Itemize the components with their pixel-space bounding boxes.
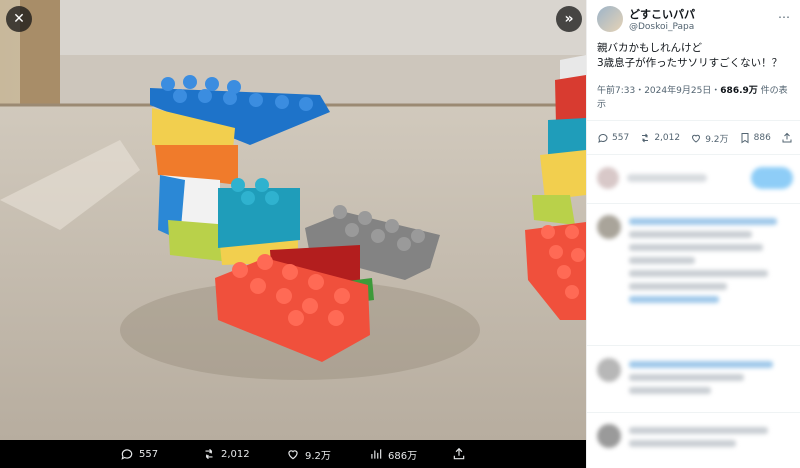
divider <box>587 345 800 346</box>
lego-scorpion-photo <box>0 0 586 440</box>
post-detail-panel: どすこいパパ @Doskoi_Papa ⋯ 親バカかもしれんけど 3歳息子が作っ… <box>586 0 800 468</box>
media-viewer: ✕ » 557 2,012 9.2万 686万 <box>0 0 586 468</box>
reply-avatar <box>597 358 621 382</box>
reply-content <box>629 215 793 303</box>
reply-icon <box>121 449 133 460</box>
reply-item[interactable] <box>597 358 793 394</box>
retweet-count: 2,012 <box>654 133 681 143</box>
reply-content <box>629 358 793 394</box>
share-icon <box>453 447 465 460</box>
heart-icon <box>692 134 701 143</box>
media-replies-count: 557 <box>139 448 159 460</box>
media-likes-count: 9.2万 <box>305 450 331 462</box>
close-button[interactable]: ✕ <box>6 6 32 32</box>
bookmark-icon <box>741 133 749 144</box>
author-handle[interactable]: @Doskoi_Papa <box>629 22 695 32</box>
post-author: どすこいパパ @Doskoi_Papa <box>597 6 695 32</box>
reply-item[interactable] <box>597 424 793 448</box>
media-views-count: 686万 <box>388 450 418 462</box>
chevrons-right-icon: » <box>564 11 574 27</box>
divider <box>587 120 800 121</box>
composer-placeholder <box>627 174 707 182</box>
reply-content <box>629 424 793 448</box>
post-text-line: 3歳息子が作ったサソリすごくない！？ <box>597 57 783 69</box>
retweet-button[interactable]: 2,012 <box>639 132 680 144</box>
post-timestamp[interactable]: 午前7:33・2024年9月25日・ <box>597 86 720 96</box>
composer-avatar <box>597 167 619 189</box>
media-likes[interactable]: 9.2万 <box>286 440 331 468</box>
like-count: 9.2万 <box>705 134 729 145</box>
media-share[interactable] <box>452 440 466 468</box>
share-button[interactable] <box>781 132 793 144</box>
reply-item[interactable] <box>597 215 793 303</box>
author-display-name[interactable]: どすこいパパ <box>629 6 695 22</box>
post-text: 親バカかもしれんけど 3歳息子が作ったサソリすごくない！？ <box>597 41 793 71</box>
reply-avatar <box>597 215 621 239</box>
reply-count: 557 <box>612 133 630 143</box>
reply-avatar <box>597 424 621 448</box>
post-meta: 午前7:33・2024年9月25日・686.9万 件の表 示 <box>597 84 793 112</box>
views-chart-icon <box>371 449 382 459</box>
expand-panel-button[interactable]: » <box>556 6 582 32</box>
reply-button[interactable]: 557 <box>597 132 629 144</box>
heart-icon <box>288 450 298 460</box>
media-retweets[interactable]: 2,012 <box>202 440 250 468</box>
media-stats-bar: 557 2,012 9.2万 686万 <box>0 440 586 468</box>
post-view-label: 件の表 <box>757 86 788 96</box>
close-icon: ✕ <box>13 11 25 27</box>
post-view-count: 686.9万 <box>720 86 758 96</box>
more-options-icon[interactable]: ⋯ <box>778 10 790 24</box>
reply-icon <box>598 133 608 143</box>
media-views[interactable]: 686万 <box>369 440 417 468</box>
divider <box>587 412 800 413</box>
media-retweets-count: 2,012 <box>221 448 250 460</box>
retweet-icon <box>205 448 213 460</box>
reply-composer[interactable] <box>597 163 793 193</box>
bookmark-button[interactable]: 886 <box>739 132 771 144</box>
media-replies[interactable]: 557 <box>120 440 158 468</box>
post-text-line: 親バカかもしれんけど <box>597 42 702 54</box>
like-button[interactable]: 9.2万 <box>690 132 729 145</box>
retweet-icon <box>642 133 649 143</box>
bookmark-count: 886 <box>753 133 771 143</box>
post-actions: 557 2,012 9.2万 886 <box>597 128 793 148</box>
author-avatar[interactable] <box>597 6 623 32</box>
divider <box>587 203 800 204</box>
share-icon <box>782 132 792 143</box>
divider <box>587 154 800 155</box>
post-view-label-cont: 示 <box>597 100 607 110</box>
reply-submit-button[interactable] <box>751 167 793 189</box>
